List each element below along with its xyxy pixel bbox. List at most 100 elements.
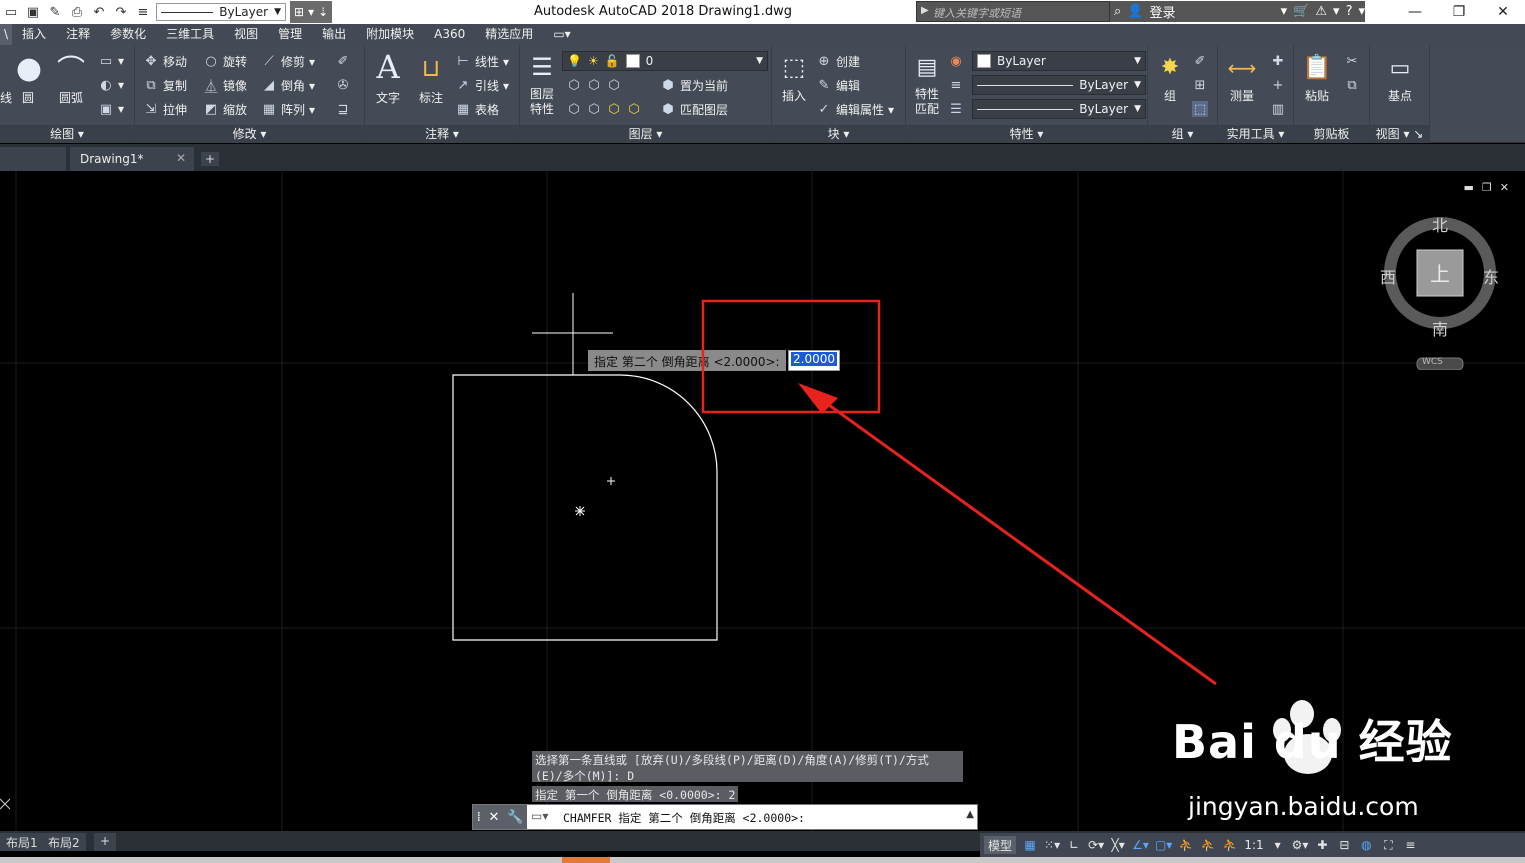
rectangle-icon[interactable]: ▭ ▾ <box>98 53 124 69</box>
dimension-icon[interactable]: ⊔ <box>415 51 447 85</box>
close-icon[interactable]: ✕ <box>1481 0 1525 24</box>
qat-layer-combo[interactable]: ByLayer ▼ <box>156 3 286 21</box>
copy-clip-icon[interactable]: ⧉ <box>1344 77 1360 93</box>
tab-layout2[interactable]: 布局2 <box>42 833 86 851</box>
paste-icon[interactable]: 📋 <box>1300 51 1334 83</box>
panel-title-annotation[interactable]: 注释 ▾ <box>365 125 519 143</box>
ribbon-insert-label[interactable]: 插入 <box>778 87 810 104</box>
plus-icon[interactable]: ✚ <box>1314 836 1330 854</box>
compass-south[interactable]: 南 <box>1432 316 1448 340</box>
text-icon[interactable]: A <box>371 48 405 86</box>
tab-featured-apps[interactable]: 精选应用 <box>475 24 543 45</box>
tab-parametric[interactable]: 参数化 <box>100 24 156 45</box>
search-input[interactable]: ▶ 键入关键字或短语 <box>916 1 1110 22</box>
layer-combo[interactable]: 💡 ☀ 🔓 0 ▼ <box>562 51 768 71</box>
minimize-icon[interactable]: — <box>1393 0 1437 24</box>
rotate-button[interactable]: ○ 旋转 <box>203 53 247 70</box>
table-button[interactable]: ▦ 表格 <box>455 101 499 118</box>
layer-properties-icon[interactable]: ☰ <box>524 51 560 83</box>
ortho-icon[interactable]: ∟ <box>1066 836 1082 854</box>
model-button[interactable]: 模型 <box>984 836 1017 854</box>
ribbon-base-label[interactable]: 基点 <box>1382 87 1418 104</box>
tab-manage[interactable]: 管理 <box>268 24 312 45</box>
save-icon[interactable]: ▣ <box>24 3 42 21</box>
ribbon-paste-label[interactable]: 粘贴 <box>1300 87 1334 104</box>
close-icon[interactable]: ✕ <box>1500 181 1509 194</box>
hardware-accel-icon[interactable]: ◍ <box>1358 836 1374 854</box>
stretch-button[interactable]: ⇲ 拉伸 <box>143 101 187 118</box>
grid-icon[interactable]: ▦ <box>1022 836 1038 854</box>
match-layer-button[interactable]: ⬢ 匹配图层 <box>660 101 728 118</box>
edit-attributes-button[interactable]: ✓ 编辑属性 ▾ <box>816 101 895 118</box>
compass-east[interactable]: 东 <box>1483 264 1499 288</box>
snap-icon[interactable]: ⁙▾ <box>1044 836 1060 854</box>
create-block-button[interactable]: ⊕ 创建 <box>816 53 860 70</box>
lineweight-icon[interactable]: ☰ <box>948 101 964 117</box>
match-properties-icon[interactable]: ▤ <box>910 51 944 83</box>
ribbon-line-label[interactable]: 线 <box>0 89 12 106</box>
arc-icon[interactable]: ⌒ <box>54 51 88 86</box>
panel-title-groups[interactable]: 组 ▾ <box>1148 125 1217 143</box>
ribbon-layer-props-label[interactable]: 图层 特性 <box>524 87 560 117</box>
array-button[interactable]: ▦ 阵列 ▾ <box>261 101 315 118</box>
ribbon-arc-label[interactable]: 圆弧 <box>54 89 88 106</box>
tab-3d-tools[interactable]: 三维工具 <box>156 24 224 45</box>
binoculars-icon[interactable]: ⌕ <box>1114 4 1121 19</box>
login-link[interactable]: 登录 <box>1149 2 1175 21</box>
command-line[interactable]: ⁞ ✕ 🔧 ▭▾ CHAMFER 指定 第二个 倒角距离 <2.0000>: ▲ <box>472 804 978 830</box>
cart-icon[interactable]: 🛒 <box>1293 4 1309 19</box>
mirror-button[interactable]: ⏅ 镜像 <box>203 77 247 95</box>
saveas-icon[interactable]: ✎ <box>46 3 64 21</box>
restore-icon[interactable]: ❐ <box>1437 0 1481 24</box>
erase-icon[interactable]: ✐ <box>335 53 351 69</box>
fillet-button[interactable]: ◢ 倒角 ▾ <box>261 77 315 94</box>
chevron-down-icon[interactable]: ▾ <box>1358 4 1365 19</box>
ribbon-measure-label[interactable]: 测量 <box>1224 87 1260 104</box>
tab-insert[interactable]: 插入 <box>12 24 56 45</box>
chevron-up-icon[interactable]: ▲ <box>966 809 974 820</box>
move-button[interactable]: ✥ 移动 <box>143 53 187 70</box>
command-icon[interactable]: ▭▾ <box>531 809 548 823</box>
circle-icon[interactable]: ● <box>12 51 46 86</box>
restore-icon[interactable]: ❐ <box>1482 181 1492 194</box>
linear-button[interactable]: ⊢ 线性 ▾ <box>455 53 509 70</box>
point-style-icon[interactable]: ✚ <box>1270 53 1286 69</box>
tab-extra-icon[interactable]: ▭▾ <box>543 24 580 45</box>
panel-title-modify[interactable]: 修改 ▾ <box>135 125 364 143</box>
auto-scale-icon[interactable]: ⛹ <box>1200 836 1216 854</box>
print-icon[interactable]: ⎙ <box>68 3 86 21</box>
chevron-down-icon[interactable]: ▾ <box>1270 836 1286 854</box>
new-tab-button[interactable]: + <box>201 152 219 166</box>
tab-output[interactable]: 输出 <box>312 24 356 45</box>
tab-a360[interactable]: A360 <box>424 24 475 45</box>
annotation-scale-icon[interactable]: ⛹ <box>1222 836 1238 854</box>
copy-button[interactable]: ⧉ 复制 <box>143 77 187 94</box>
annotation-scale-value[interactable]: 1:1 <box>1244 836 1263 854</box>
tab-view[interactable]: 视图 <box>224 24 268 45</box>
viewcube-top-face[interactable]: 上 <box>1430 258 1450 287</box>
object-track-icon[interactable]: ∠▾ <box>1132 836 1149 854</box>
panel-title-block[interactable]: 块 ▾ <box>772 125 905 143</box>
cut-icon[interactable]: ✂ <box>1344 53 1360 69</box>
color-wheel-icon[interactable]: ◉ <box>948 53 964 69</box>
fullscreen-icon[interactable]: ⛶ <box>1380 836 1396 854</box>
undo-icon[interactable]: ↶ <box>90 3 108 21</box>
command-input[interactable]: CHAMFER 指定 第二个 倒角距离 <2.0000>: <box>563 810 805 826</box>
viewcube[interactable]: 北 南 东 西 上 WCS <box>1370 210 1510 370</box>
tab-addins[interactable]: 附加模块 <box>356 24 424 45</box>
chevron-down-icon[interactable]: ▾ <box>308 5 314 19</box>
start-tab[interactable] <box>0 147 66 171</box>
panel-title-properties[interactable]: 特性 ▾ <box>906 125 1147 143</box>
leader-button[interactable]: ↗ 引线 ▾ <box>455 77 510 94</box>
redo-icon[interactable]: ↷ <box>112 3 130 21</box>
group-edit-icon[interactable]: ⊞ <box>1192 77 1208 93</box>
drawing-tab[interactable]: Drawing1* ✕ <box>70 147 194 171</box>
minimize-icon[interactable]: ▬ <box>1464 181 1474 194</box>
group-select-icon[interactable]: ⬚ <box>1192 101 1208 117</box>
ungroup-icon[interactable]: ✐ <box>1192 53 1208 69</box>
a360-icon[interactable]: ⚠ <box>1315 4 1327 19</box>
insert-block-icon[interactable]: ⬚ <box>778 51 810 83</box>
layer-tools-row2[interactable]: ⬡ ⬡ ⬡ ⬡ <box>566 101 642 117</box>
compass-west[interactable]: 西 <box>1380 264 1396 288</box>
grip-icon[interactable]: ⁞ <box>477 810 481 825</box>
